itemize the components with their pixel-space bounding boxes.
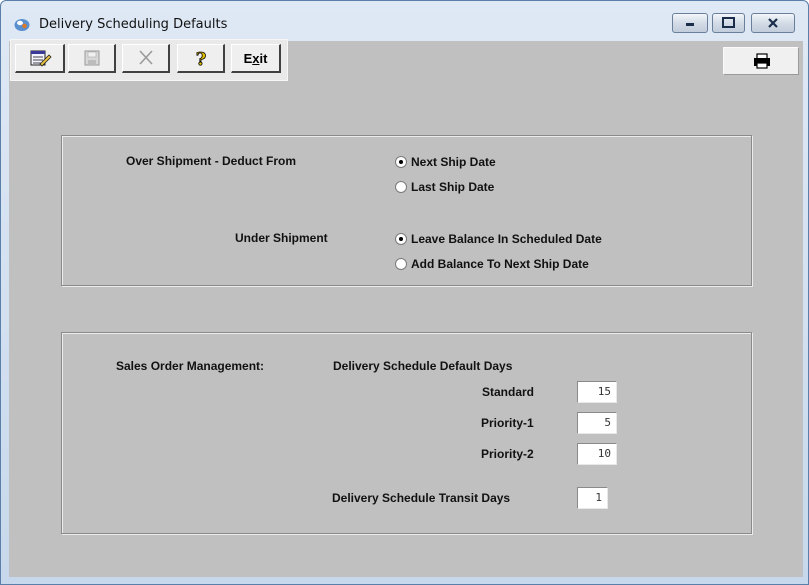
under-shipment-label: Under Shipment xyxy=(235,231,328,245)
priority-2-days-field[interactable]: 10 xyxy=(577,443,617,465)
default-days-label: Delivery Schedule Default Days xyxy=(333,359,513,373)
sales-order-panel: Sales Order Management: Delivery Schedul… xyxy=(61,332,752,534)
save-button[interactable] xyxy=(68,44,116,73)
transit-days-label: Delivery Schedule Transit Days xyxy=(332,491,511,505)
title-bar[interactable]: Delivery Scheduling Defaults xyxy=(1,1,808,41)
priority-2-label: Priority-2 xyxy=(481,447,534,461)
help-question-icon: ? xyxy=(195,49,207,71)
client-area: ? Exit Over Shipment - Deduct From Next … xyxy=(9,39,803,577)
radio-button-selected[interactable] xyxy=(395,156,407,168)
radio-button[interactable] xyxy=(395,258,407,270)
radio-label: Next Ship Date xyxy=(411,155,496,169)
priority-1-days-field[interactable]: 5 xyxy=(577,412,617,434)
radio-button-selected[interactable] xyxy=(395,233,407,245)
radio-label: Add Balance To Next Ship Date xyxy=(411,257,589,271)
exit-button[interactable]: Exit xyxy=(231,44,281,73)
toolbar: ? Exit xyxy=(10,39,288,81)
sales-order-management-label: Sales Order Management: xyxy=(116,359,265,373)
edit-calendar-icon xyxy=(30,50,52,67)
close-window-button[interactable] xyxy=(751,13,795,33)
print-button[interactable] xyxy=(723,47,799,75)
save-disk-icon xyxy=(84,50,100,66)
app-logo-icon xyxy=(14,19,30,31)
edit-button[interactable] xyxy=(15,44,65,73)
window-title: Delivery Scheduling Defaults xyxy=(39,17,228,32)
svg-text:?: ? xyxy=(196,49,207,70)
help-button[interactable]: ? xyxy=(177,44,225,73)
transit-days-field[interactable]: 1 xyxy=(577,487,608,509)
close-icon xyxy=(768,18,778,28)
radio-label: Last Ship Date xyxy=(411,180,495,194)
priority-1-label: Priority-1 xyxy=(481,416,534,430)
standard-days-field[interactable]: 15 xyxy=(577,381,617,403)
delete-x-icon xyxy=(139,50,153,65)
minimize-button[interactable] xyxy=(672,13,708,33)
minimize-icon xyxy=(686,23,694,26)
printer-icon xyxy=(754,53,770,69)
maximize-icon xyxy=(722,17,735,28)
radio-button[interactable] xyxy=(395,181,407,193)
maximize-button[interactable] xyxy=(712,13,745,33)
standard-label: Standard xyxy=(482,385,535,399)
app-window: Delivery Scheduling Defaults ? Exit Over… xyxy=(0,0,809,585)
delete-button[interactable] xyxy=(122,44,170,73)
over-shipment-label: Over Shipment - Deduct From xyxy=(126,154,297,168)
radio-label: Leave Balance In Scheduled Date xyxy=(411,232,602,246)
shipment-options-panel: Over Shipment - Deduct From Next Ship Da… xyxy=(61,135,752,286)
